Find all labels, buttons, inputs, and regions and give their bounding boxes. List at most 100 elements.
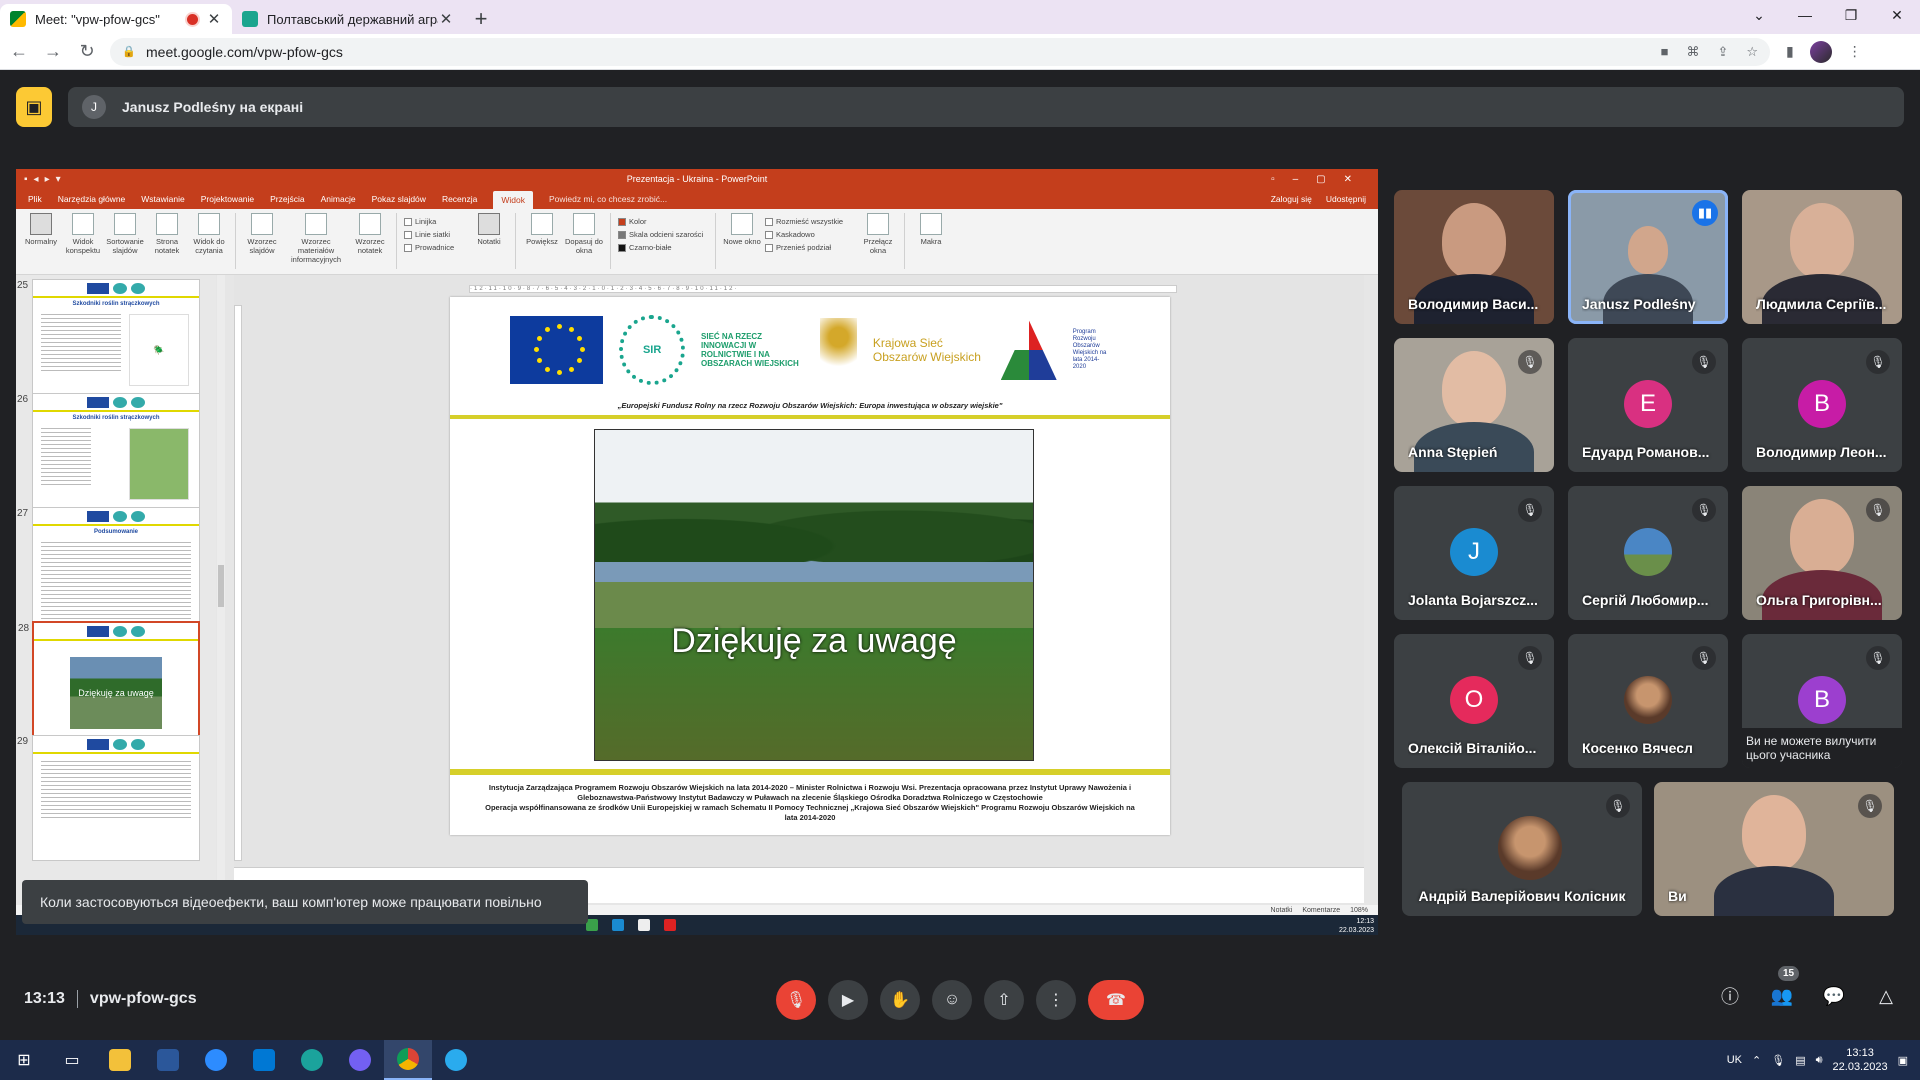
close-tab-icon[interactable]: ✕ — [438, 10, 454, 28]
window-controls: ⌄ — ❐ ✕ — [1736, 0, 1920, 30]
participant-tile[interactable]: 🎙︎ E Едуард Романов... — [1568, 338, 1728, 472]
pp-share: Udostępnij — [1325, 194, 1366, 204]
zoom-icon[interactable] — [192, 1040, 240, 1080]
participant-tile[interactable]: 🎙︎ Ольга Григорівн... — [1742, 486, 1902, 620]
tab-title: Полтавський державний аграрн — [267, 11, 438, 27]
store-icon[interactable] — [240, 1040, 288, 1080]
mic-off-icon: 🎙︎ — [1518, 498, 1542, 522]
window-options: Rozmieść wszystkie Kaskadowo Przenieś po… — [765, 213, 855, 252]
share-page-icon[interactable]: ⇪ — [1717, 44, 1728, 60]
vertical-ruler — [234, 305, 242, 861]
participant-tile-speaking[interactable]: ▮▮ Janusz Podleśny — [1568, 190, 1728, 324]
new-tab-button[interactable]: + — [464, 4, 498, 34]
participant-tile[interactable]: 🎙︎ Андрій Валерійович Колісник — [1402, 782, 1642, 916]
call-controls: 🎙︎ ▶ ✋ ☺ ⇧ ⋮ ☎ — [776, 980, 1144, 1020]
video-effects-toast: Коли застосовуються відеоефекти, ваш ком… — [22, 880, 588, 924]
address-bar[interactable]: 🔒 meet.google.com/vpw-pfow-gcs ■ ⌘ ⇪ ☆ — [110, 37, 1770, 66]
ribbon-button: Nowe okno — [723, 213, 761, 246]
lock-icon[interactable]: 🔒 — [122, 45, 136, 58]
language-indicator[interactable]: UK — [1727, 1054, 1742, 1066]
participant-tile[interactable]: Людмила Сергіїв... — [1742, 190, 1902, 324]
mic-off-icon: 🎙︎ — [1858, 794, 1882, 818]
site-favicon-icon — [242, 11, 258, 27]
mic-off-icon: 🎙︎ — [1518, 350, 1542, 374]
raise-hand-button[interactable]: ✋ — [880, 980, 920, 1020]
viber-icon[interactable] — [336, 1040, 384, 1080]
task-view-icon[interactable]: ▭ — [48, 1040, 96, 1080]
eu-flag-logo — [510, 316, 604, 384]
reload-icon[interactable]: ↻ — [72, 37, 102, 67]
participant-photo — [1624, 676, 1672, 724]
camera-toggle-button[interactable]: ▶ — [828, 980, 868, 1020]
shared-screen: ▪◂▸▾ Prezentacja - Ukraina - PowerPoint … — [16, 169, 1378, 935]
participant-tile[interactable]: 🎙︎ Anna Stępień — [1394, 338, 1554, 472]
start-icon[interactable]: ⊞ — [0, 1040, 48, 1080]
chat-icon[interactable]: 💬 — [1822, 984, 1846, 1008]
ksow-logo — [819, 318, 857, 382]
back-icon[interactable]: ← — [4, 37, 34, 67]
pp-tab: Projektowanie — [200, 194, 255, 204]
activities-icon[interactable]: △ — [1874, 984, 1898, 1008]
mic-off-icon: 🎙︎ — [1866, 498, 1890, 522]
tab-meet[interactable]: Meet: "vpw-pfow-gcs" ✕ — [0, 4, 232, 34]
stop-presenting-icon[interactable]: ▣ — [16, 87, 52, 127]
more-options-button[interactable]: ⋮ — [1036, 980, 1076, 1020]
camera-icon[interactable]: ■ — [1661, 44, 1669, 60]
pp-tab: Pokaz slajdów — [371, 194, 426, 204]
participant-avatar: J — [1450, 528, 1498, 576]
participant-tile[interactable]: 🎙︎ В Ви не можете вилучити цього учасник… — [1742, 634, 1902, 768]
pp-tab: Plik — [28, 194, 42, 204]
slide-logos: SIR SIEĆ NA RZECZ INNOWACJI W ROLNICTWIE… — [510, 313, 1110, 387]
system-clock[interactable]: 13:13 22.03.2023 — [1833, 1046, 1888, 1074]
ksow-logo-text: Krajowa Sieć Obszarów Wiejskich — [872, 336, 981, 364]
mic-toggle-button[interactable]: 🎙︎ — [776, 980, 816, 1020]
mic-tray-icon[interactable]: 🎙︎ — [1771, 1054, 1785, 1067]
notifications-icon[interactable]: ▣ — [1898, 1054, 1908, 1067]
participant-tile[interactable]: 🎙︎ О Олексій Віталійо... — [1394, 634, 1554, 768]
show-options: Linijka Linie siatki Prowadnice — [404, 213, 466, 252]
network-icon[interactable]: ▤ — [1795, 1054, 1805, 1067]
bookmark-star-icon[interactable]: ☆ — [1746, 44, 1758, 60]
menu-icon[interactable]: ⋮ — [1848, 43, 1862, 60]
mic-off-icon: 🎙︎ — [1692, 646, 1716, 670]
close-window-icon[interactable]: ✕ — [1874, 0, 1920, 30]
tray-chevron-icon[interactable]: ⌃ — [1752, 1054, 1761, 1067]
translate-icon[interactable]: ⌘ — [1686, 44, 1699, 60]
speaking-indicator-icon: ▮▮ — [1692, 200, 1718, 226]
horizontal-ruler: ·12·11·10·9·8·7·6·5·4·3·2·1·0·1·2·3·4·5·… — [469, 285, 1177, 293]
tab-search-icon[interactable]: ⌄ — [1736, 0, 1782, 30]
participant-tile[interactable]: Володимир Васи... — [1394, 190, 1554, 324]
word-icon[interactable] — [144, 1040, 192, 1080]
reactions-button[interactable]: ☺ — [932, 980, 972, 1020]
presenting-banner: J Janusz Podleśny на екрані — [68, 87, 1904, 127]
present-button[interactable]: ⇧ — [984, 980, 1024, 1020]
telegram-icon[interactable] — [432, 1040, 480, 1080]
tab-university[interactable]: Полтавський державний аграрн ✕ — [232, 4, 464, 34]
forward-icon[interactable]: → — [38, 37, 68, 67]
pp-window-icons: ▫–▢✕ — [1271, 173, 1370, 185]
powerpoint-ribbon: Normalny Widok konspektu Sortowanie slaj… — [16, 209, 1378, 275]
participant-tile[interactable]: 🎙︎ Косенко Вячесл — [1568, 634, 1728, 768]
profile-avatar[interactable] — [1809, 40, 1832, 63]
sidebar-icon[interactable]: ▮ — [1786, 43, 1794, 60]
minimize-icon[interactable]: — — [1782, 0, 1828, 30]
participant-tile[interactable]: 🎙︎ В Володимир Леон... — [1742, 338, 1902, 472]
participant-tile[interactable]: 🎙︎ J Jolanta Bojarszcz... — [1394, 486, 1554, 620]
pp-tab: Narzędzia główne — [57, 194, 126, 204]
volume-icon[interactable]: 🔊︎ — [1816, 1054, 1823, 1067]
close-tab-icon[interactable]: ✕ — [206, 10, 222, 28]
leaf-image — [129, 428, 189, 500]
participant-tile-self[interactable]: 🎙︎ Ви — [1654, 782, 1894, 916]
restore-icon[interactable]: ❐ — [1828, 0, 1874, 30]
participant-tile[interactable]: 🎙︎ Сергій Любомир... — [1568, 486, 1728, 620]
people-icon[interactable]: 👥 15 — [1770, 966, 1800, 1008]
file-explorer-icon[interactable] — [96, 1040, 144, 1080]
chrome-icon[interactable] — [384, 1040, 432, 1080]
meeting-code: vpw-pfow-gcs — [89, 990, 197, 1007]
pp-tell-me: Powiedz mi, co chcesz zrobić... — [549, 194, 668, 204]
meeting-details-icon[interactable]: ⓘ — [1718, 984, 1742, 1008]
leave-call-button[interactable]: ☎ — [1088, 980, 1144, 1020]
edge-icon[interactable] — [288, 1040, 336, 1080]
pp-sign-in: Zaloguj się — [1270, 194, 1312, 204]
slide-thumbnails: 25 Szkodniki roślin strączkowych 🪲 26 Sz… — [16, 275, 216, 905]
